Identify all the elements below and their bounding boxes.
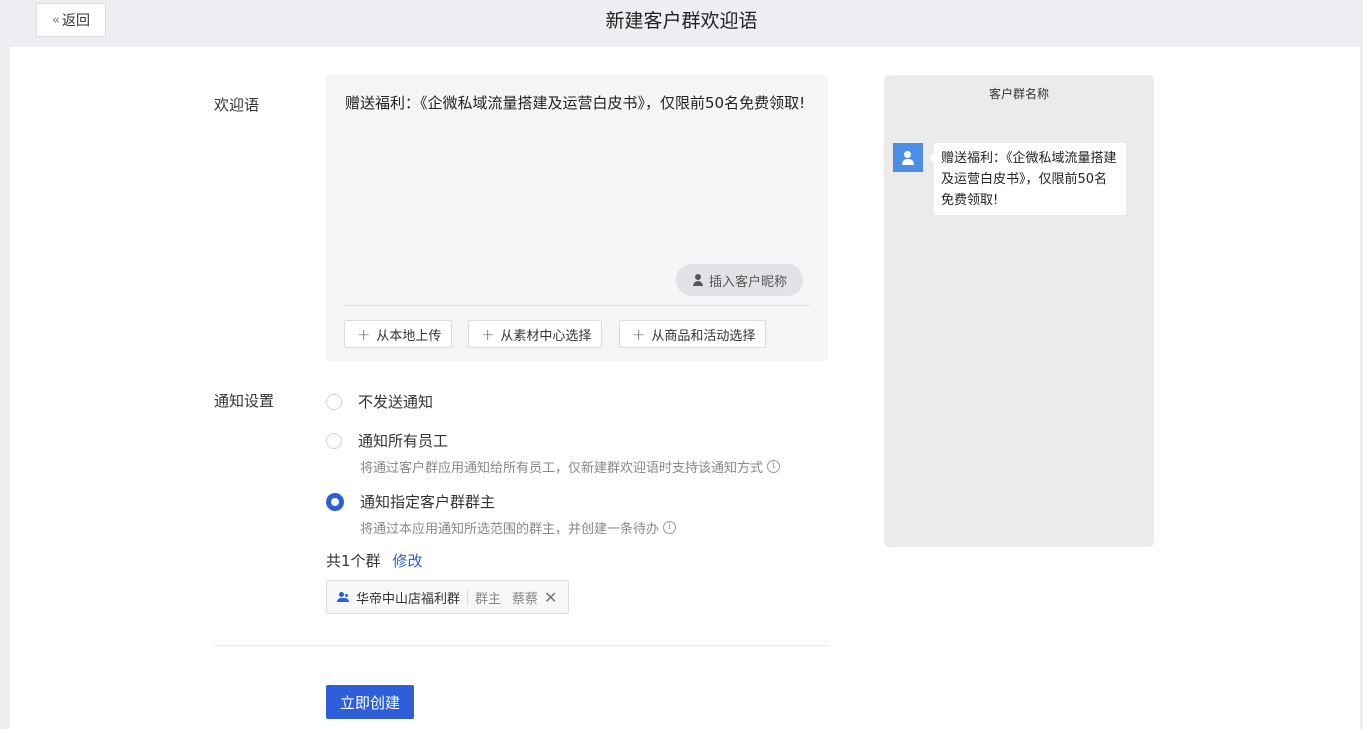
select-product-label: 从商品和活动选择 xyxy=(651,328,756,344)
select-material-button[interactable]: + 从素材中心选择 xyxy=(468,320,603,348)
plus-icon: + xyxy=(357,324,371,344)
insert-nickname-button[interactable]: 插入客户昵称 xyxy=(676,264,803,296)
upload-local-button[interactable]: + 从本地上传 xyxy=(344,320,453,348)
form-divider xyxy=(214,645,828,646)
radio-label: 通知指定客户群群主 xyxy=(360,493,496,511)
notify-label: 通知设置 xyxy=(214,392,275,410)
top-bar: 新建客户群欢迎语 « 返回 xyxy=(0,0,1363,47)
upload-local-label: 从本地上传 xyxy=(376,328,442,344)
create-button[interactable]: 立即创建 xyxy=(326,685,414,719)
plus-icon: + xyxy=(632,324,646,344)
group-users-icon xyxy=(337,592,350,602)
person-icon xyxy=(692,274,704,286)
phone-preview: 客户群名称 赠送福利：《企微私域流量搭建及运营白皮书》，仅限前50名免费领取! xyxy=(884,75,1154,547)
radio-circle-checked[interactable] xyxy=(326,492,344,511)
select-product-button[interactable]: + 从商品和活动选择 xyxy=(619,320,767,348)
welcome-editor: 赠送福利：《企微私域流量搭建及运营白皮书》，仅限前50名免费领取! 插入客户昵称… xyxy=(326,75,828,361)
select-material-label: 从素材中心选择 xyxy=(500,328,592,344)
close-icon[interactable]: ✕ xyxy=(544,588,557,607)
notify-all-hint: 将通过客户群应用通知给所有员工，仅新建群欢迎语时支持该通知方式 i xyxy=(360,457,781,476)
radio-notify-all[interactable]: 通知所有员工 xyxy=(326,430,448,451)
back-button[interactable]: « 返回 xyxy=(36,3,106,37)
hint-text: 将通过客户群应用通知给所有员工，仅新建群欢迎语时支持该通知方式 xyxy=(360,461,764,476)
info-icon[interactable]: i xyxy=(663,521,677,534)
person-icon xyxy=(901,150,915,165)
group-owner: 蔡蔡 xyxy=(512,591,539,607)
welcome-textarea[interactable]: 赠送福利：《企微私域流量搭建及运营白皮书》，仅限前50名免费领取! xyxy=(345,91,815,116)
back-button-label: 返回 xyxy=(61,13,90,29)
modify-link[interactable]: 修改 xyxy=(393,550,423,571)
preview-group-name: 客户群名称 xyxy=(988,87,1049,101)
preview-message-bubble: 赠送福利：《企微私域流量搭建及运营白皮书》，仅限前50名免费领取! xyxy=(929,143,1126,215)
radio-no-notify[interactable]: 不发送通知 xyxy=(326,391,433,412)
hint-text: 将通过本应用通知所选范围的群主，并创建一条待办 xyxy=(360,522,660,537)
chip-divider xyxy=(467,589,469,605)
welcome-label: 欢迎语 xyxy=(214,96,260,114)
insert-nickname-label: 插入客户昵称 xyxy=(708,274,787,290)
main-content: 欢迎语 赠送福利：《企微私域流量搭建及运营白皮书》，仅限前50名免费领取! 插入… xyxy=(10,47,1360,729)
group-count: 共1个群 修改 xyxy=(326,550,423,571)
group-role: 群主 xyxy=(475,591,502,607)
group-count-text: 共1个群 xyxy=(326,552,381,570)
radio-circle[interactable] xyxy=(326,393,342,410)
radio-label: 通知所有员工 xyxy=(358,432,449,450)
plus-icon: + xyxy=(481,324,495,344)
double-chevron-left-icon: « xyxy=(52,12,60,28)
info-icon[interactable]: i xyxy=(767,460,781,473)
group-chip: 华帝中山店福利群 群主 蔡蔡 ✕ xyxy=(326,580,570,614)
avatar xyxy=(893,143,923,172)
radio-notify-owner[interactable]: 通知指定客户群群主 xyxy=(326,491,495,512)
radio-label: 不发送通知 xyxy=(358,393,434,411)
radio-circle[interactable] xyxy=(326,432,342,449)
page-title: 新建客户群欢迎语 xyxy=(605,10,758,32)
editor-divider xyxy=(344,305,810,306)
notify-owner-hint: 将通过本应用通知所选范围的群主，并创建一条待办 i xyxy=(360,518,677,537)
group-name: 华帝中山店福利群 xyxy=(356,591,461,607)
